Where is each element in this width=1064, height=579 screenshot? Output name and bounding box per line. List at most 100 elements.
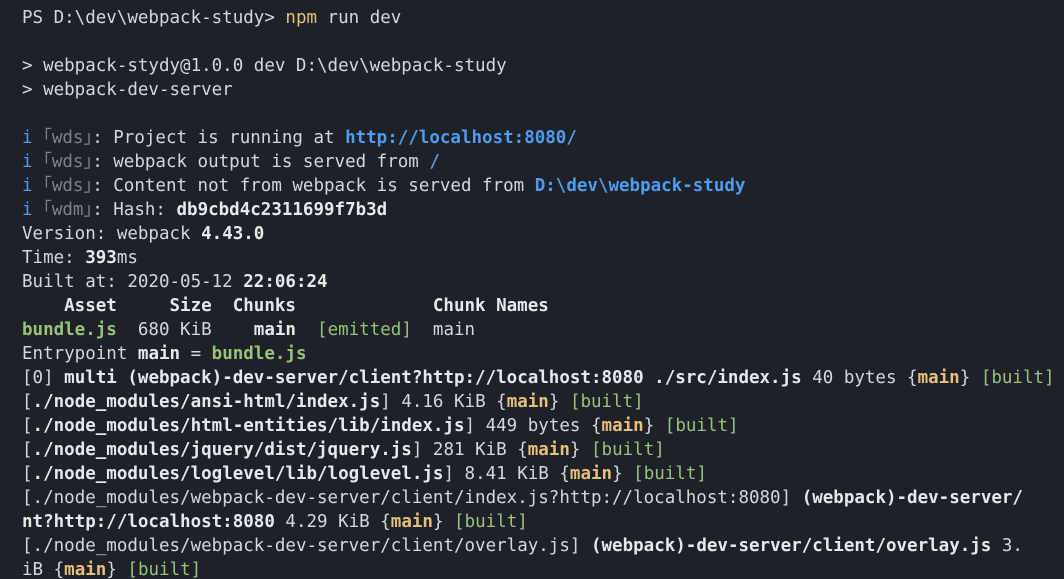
module-chunk: main (527, 440, 570, 460)
module-name: ./node_modules/ansi-html/index.js (32, 392, 381, 412)
wdm-tag: ｢wdm｣ (43, 200, 93, 220)
info-icon: i (22, 152, 33, 172)
script-line: > webpack-stydy@1.0.0 dev D:\dev\webpack… (22, 56, 507, 76)
module-id: [0] (22, 368, 65, 388)
wds-text: : Project is running at (92, 128, 346, 148)
brace: } (432, 512, 444, 532)
module-status: [built] (127, 560, 202, 579)
hash-label: : Hash: (92, 200, 177, 220)
brace: { (590, 416, 602, 436)
module-chunk: main (390, 512, 433, 532)
prompt-line: PS D:\dev\webpack-study> npm run dev (0, 6, 1064, 30)
asset-row: bundle.js 680 KiB main [emitted] main (0, 318, 1064, 342)
version-line: Version: webpack 4.43.0 (0, 222, 1064, 246)
built-at-line: Built at: 2020-05-12 22:06:24 (0, 270, 1064, 294)
bracket: ] (464, 416, 476, 436)
info-icon: i (22, 128, 33, 148)
entrypoint-label: Entrypoint (22, 344, 138, 364)
brace: } (643, 416, 655, 436)
asset-table-header: Asset Size Chunks Chunk Names (22, 296, 549, 316)
time-unit: ms (116, 248, 138, 268)
module-size: 449 bytes (475, 416, 591, 436)
bracket: [ (22, 416, 33, 436)
module-label: (webpack)-dev-server/client/overlay.js (590, 536, 992, 556)
bracket: [ (22, 392, 33, 412)
module-line: [./node_modules/webpack-dev-server/clien… (0, 486, 1064, 510)
bracket: ] (443, 464, 454, 484)
wds-line-output: i ｢wds｣: webpack output is served from / (0, 150, 1064, 174)
module-name: ./node_modules/html-entities/lib/index.j… (32, 416, 465, 436)
version-value: 4.43.0 (201, 224, 265, 244)
module-line: [./node_modules/html-entities/lib/index.… (0, 414, 1064, 438)
module-chunk: main (569, 464, 613, 484)
module-label: (webpack)-dev-server/ (801, 488, 1023, 508)
bracket: ] (380, 392, 391, 412)
terminal-window[interactable]: PS D:\dev\webpack-study> npm run dev > w… (0, 0, 1064, 579)
content-path: D:\dev\webpack-study (534, 176, 746, 196)
info-icon: i (22, 200, 33, 220)
entrypoint-eq: = (180, 344, 212, 364)
version-label: Version: webpack (22, 224, 202, 244)
asset-status: [emitted] (317, 320, 412, 340)
brace: } (612, 464, 623, 484)
brace: } (569, 440, 581, 460)
command-args: run dev (317, 8, 402, 28)
module-name: ./node_modules/loglevel/lib/loglevel.js (32, 464, 444, 484)
script-line: > webpack-dev-server (22, 80, 233, 100)
module-chunk: main (917, 368, 960, 388)
bracket: [ (22, 488, 33, 508)
brace: { (907, 368, 918, 388)
asset-chunk-names: main (411, 320, 476, 340)
brace: { (559, 464, 570, 484)
wds-tag: ｢wds｣ (43, 152, 93, 172)
wds-tag: ｢wds｣ (43, 176, 93, 196)
asset-chunk: main (253, 320, 296, 340)
prompt-path: PS D:\dev\webpack-study> (22, 8, 286, 28)
module-size-cont: iB (22, 560, 54, 579)
built-time: 22:06:24 (243, 272, 328, 292)
module-size: 281 KiB (422, 440, 518, 460)
module-size: 40 bytes (801, 368, 908, 388)
brace: } (548, 392, 560, 412)
module-chunk: main (64, 560, 107, 579)
module-chunk: main (601, 416, 644, 436)
module-name: ./node_modules/jquery/dist/jquery.js (32, 440, 412, 460)
wdm-hash-line: i ｢wdm｣: Hash: db9cbd4c2311699f7b3d (0, 198, 1064, 222)
brace: { (496, 392, 507, 412)
wds-text: : webpack output is served from (92, 152, 430, 172)
module-line: [./node_modules/jquery/dist/jquery.js] 2… (0, 438, 1064, 462)
module-status: [built] (454, 512, 528, 532)
output-path: / (429, 152, 440, 172)
entrypoint-file: bundle.js (211, 344, 307, 364)
wds-line-running: i ｢wds｣: Project is running at http://lo… (0, 126, 1064, 150)
module-line-continued: nt?http://localhost:8080 4.29 KiB {main}… (0, 510, 1064, 534)
asset-size: 680 KiB (116, 320, 254, 340)
asset-file: bundle.js (22, 320, 117, 340)
module-name: ./node_modules/webpack-dev-server/client… (32, 488, 781, 508)
server-url-link[interactable]: http://localhost:8080/ (345, 128, 577, 148)
module-status: [built] (664, 416, 739, 436)
time-label: Time: (22, 248, 86, 268)
hash-value: db9cbd4c2311699f7b3d (176, 200, 388, 220)
module-label-cont: nt?http://localhost:8080 (22, 512, 275, 532)
bracket: [ (22, 440, 33, 460)
module-status: [built] (633, 464, 707, 484)
module-size: 4.29 KiB (274, 512, 381, 532)
wds-text: : Content not from webpack is served fro… (92, 176, 535, 196)
time-value: 393 (85, 248, 117, 268)
wds-line-content: i ｢wds｣: Content not from webpack is ser… (0, 174, 1064, 198)
module-status: [built] (980, 368, 1055, 388)
module-status: [built] (569, 392, 644, 412)
module-size: 3. (991, 536, 1023, 556)
brace: } (106, 560, 117, 579)
bracket: [ (22, 536, 33, 556)
module-size: 8.41 KiB (454, 464, 560, 484)
module-name: multi (webpack)-dev-server/client?http:/… (64, 368, 802, 388)
entrypoint-name: main (137, 344, 181, 364)
brace: { (53, 560, 65, 579)
module-line-continued: iB {main} [built] (0, 558, 1064, 579)
brace: } (959, 368, 971, 388)
module-name: ./node_modules/webpack-dev-server/client… (32, 536, 570, 556)
